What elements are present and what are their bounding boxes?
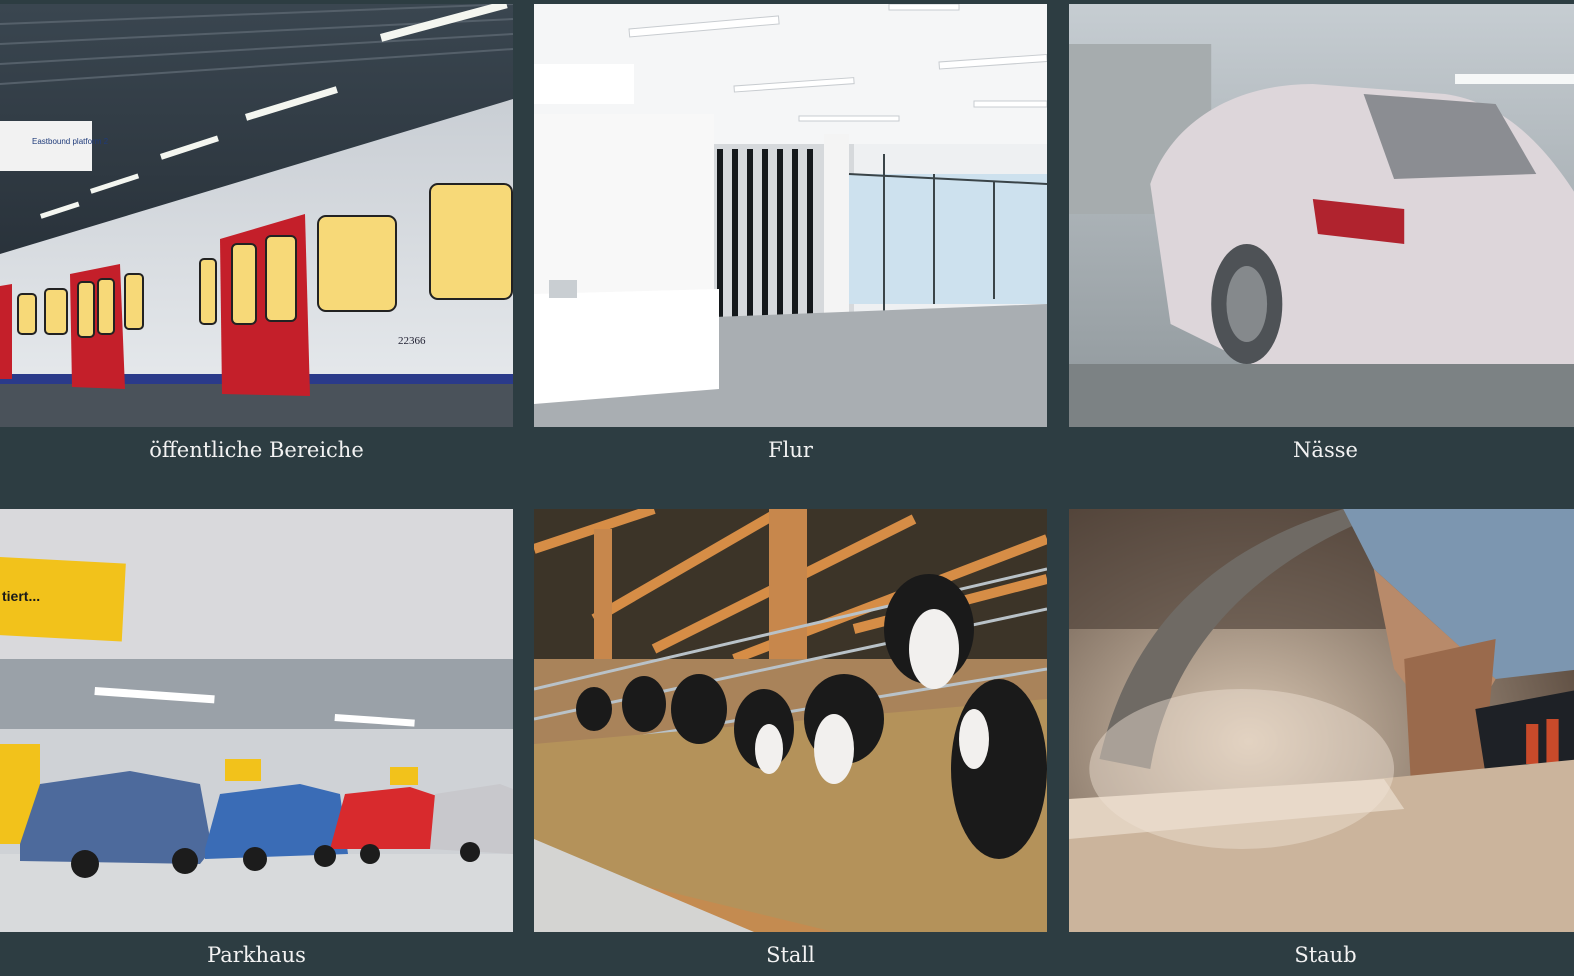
caption-corridor: Flur bbox=[768, 438, 813, 462]
parking-sign-text: tiert... bbox=[2, 588, 40, 604]
platform-sign-text: Eastbound platform 2 bbox=[32, 137, 109, 146]
tile-parking-garage[interactable]: tiert... bbox=[0, 509, 513, 932]
train-number: 22366 bbox=[398, 335, 426, 347]
cow-stable-photo bbox=[534, 509, 1047, 932]
tile-corridor[interactable] bbox=[534, 4, 1047, 427]
foam-car-wash-photo bbox=[1069, 4, 1574, 427]
subway-train-photo: Eastbound platform 2 22366 bbox=[0, 4, 513, 427]
parking-garage-photo: tiert... bbox=[0, 509, 513, 932]
image-gallery: Eastbound platform 2 22366 öffentliche B… bbox=[0, 0, 1574, 976]
tile-stable[interactable] bbox=[534, 509, 1047, 932]
caption-parking-garage: Parkhaus bbox=[207, 943, 306, 967]
caption-wetness: Nässe bbox=[1293, 438, 1358, 462]
caption-stable: Stall bbox=[766, 943, 815, 967]
tile-public-areas[interactable]: Eastbound platform 2 22366 bbox=[0, 4, 513, 427]
caption-public-areas: öffentliche Bereiche bbox=[149, 438, 364, 462]
caption-dust: Staub bbox=[1294, 943, 1357, 967]
tile-wetness[interactable] bbox=[1069, 4, 1574, 427]
dusty-worker-photo bbox=[1069, 509, 1574, 932]
tile-dust[interactable] bbox=[1069, 509, 1574, 932]
office-corridor-photo bbox=[534, 4, 1047, 427]
